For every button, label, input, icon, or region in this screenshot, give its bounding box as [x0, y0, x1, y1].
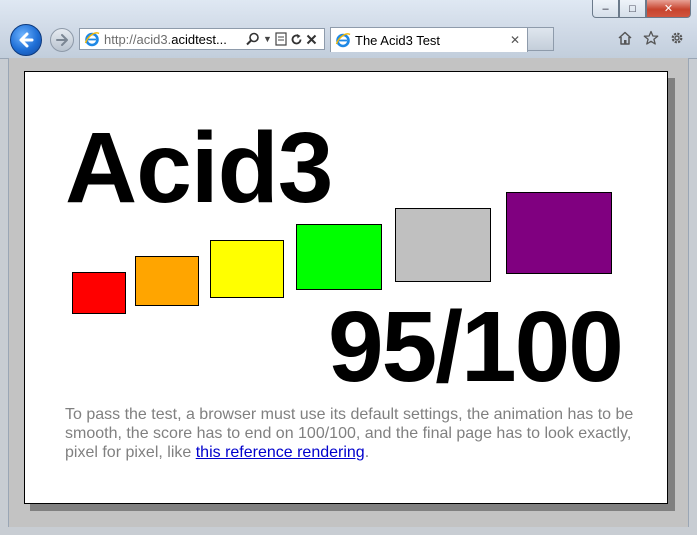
instructions-text: To pass the test, a browser must use its… — [65, 405, 635, 462]
bucket-6 — [506, 192, 612, 274]
bucket-2 — [135, 256, 199, 306]
maximize-icon: □ — [629, 2, 636, 15]
forward-button[interactable] — [50, 28, 74, 52]
reference-rendering-link[interactable]: this reference rendering — [196, 444, 365, 461]
favorites-star-icon[interactable] — [643, 30, 659, 46]
search-icon[interactable] — [246, 32, 260, 46]
refresh-icon[interactable] — [290, 33, 303, 46]
tab-close-icon[interactable]: ✕ — [507, 33, 523, 47]
ie-logo-icon — [84, 32, 100, 47]
browser-chrome: – □ ✕ http://acid3.acidtest... ▼ The Aci… — [0, 0, 697, 59]
minimize-button[interactable]: – — [592, 0, 619, 18]
bucket-5 — [395, 208, 491, 282]
close-button[interactable]: ✕ — [646, 0, 691, 18]
settings-gear-icon[interactable] — [669, 30, 685, 46]
score-display: 95/100 — [328, 291, 624, 403]
browser-window: – □ ✕ http://acid3.acidtest... ▼ The Aci… — [0, 0, 697, 535]
acid3-page: Acid3 95/100 To pass the test, a browser… — [24, 71, 668, 504]
toolbar-right — [617, 30, 685, 46]
address-bar[interactable]: http://acid3.acidtest... ▼ — [79, 28, 325, 50]
tab-title: The Acid3 Test — [355, 32, 441, 48]
bucket-3 — [210, 240, 284, 298]
stop-icon[interactable] — [306, 34, 317, 45]
dropdown-arrow-icon[interactable]: ▼ — [263, 34, 272, 44]
bucket-1 — [72, 272, 126, 314]
bucket-4 — [296, 224, 382, 290]
back-arrow-icon — [19, 32, 34, 48]
page-title: Acid3 — [65, 112, 333, 224]
home-icon[interactable] — [617, 30, 633, 46]
window-controls: – □ ✕ — [592, 0, 691, 18]
instructions-end: . — [364, 444, 370, 461]
close-icon: ✕ — [663, 3, 674, 15]
minimize-icon: – — [602, 2, 609, 15]
maximize-button[interactable]: □ — [619, 0, 646, 18]
tab-acid3[interactable]: The Acid3 Test ✕ — [330, 27, 528, 52]
back-button[interactable] — [10, 24, 42, 56]
address-bar-icons: ▼ — [246, 32, 317, 46]
tab-favicon-icon — [335, 33, 351, 48]
url-text[interactable]: http://acid3.acidtest... — [104, 32, 242, 47]
new-tab-button[interactable] — [528, 27, 554, 51]
compatibility-view-icon[interactable] — [275, 32, 287, 46]
forward-arrow-icon — [56, 34, 68, 46]
